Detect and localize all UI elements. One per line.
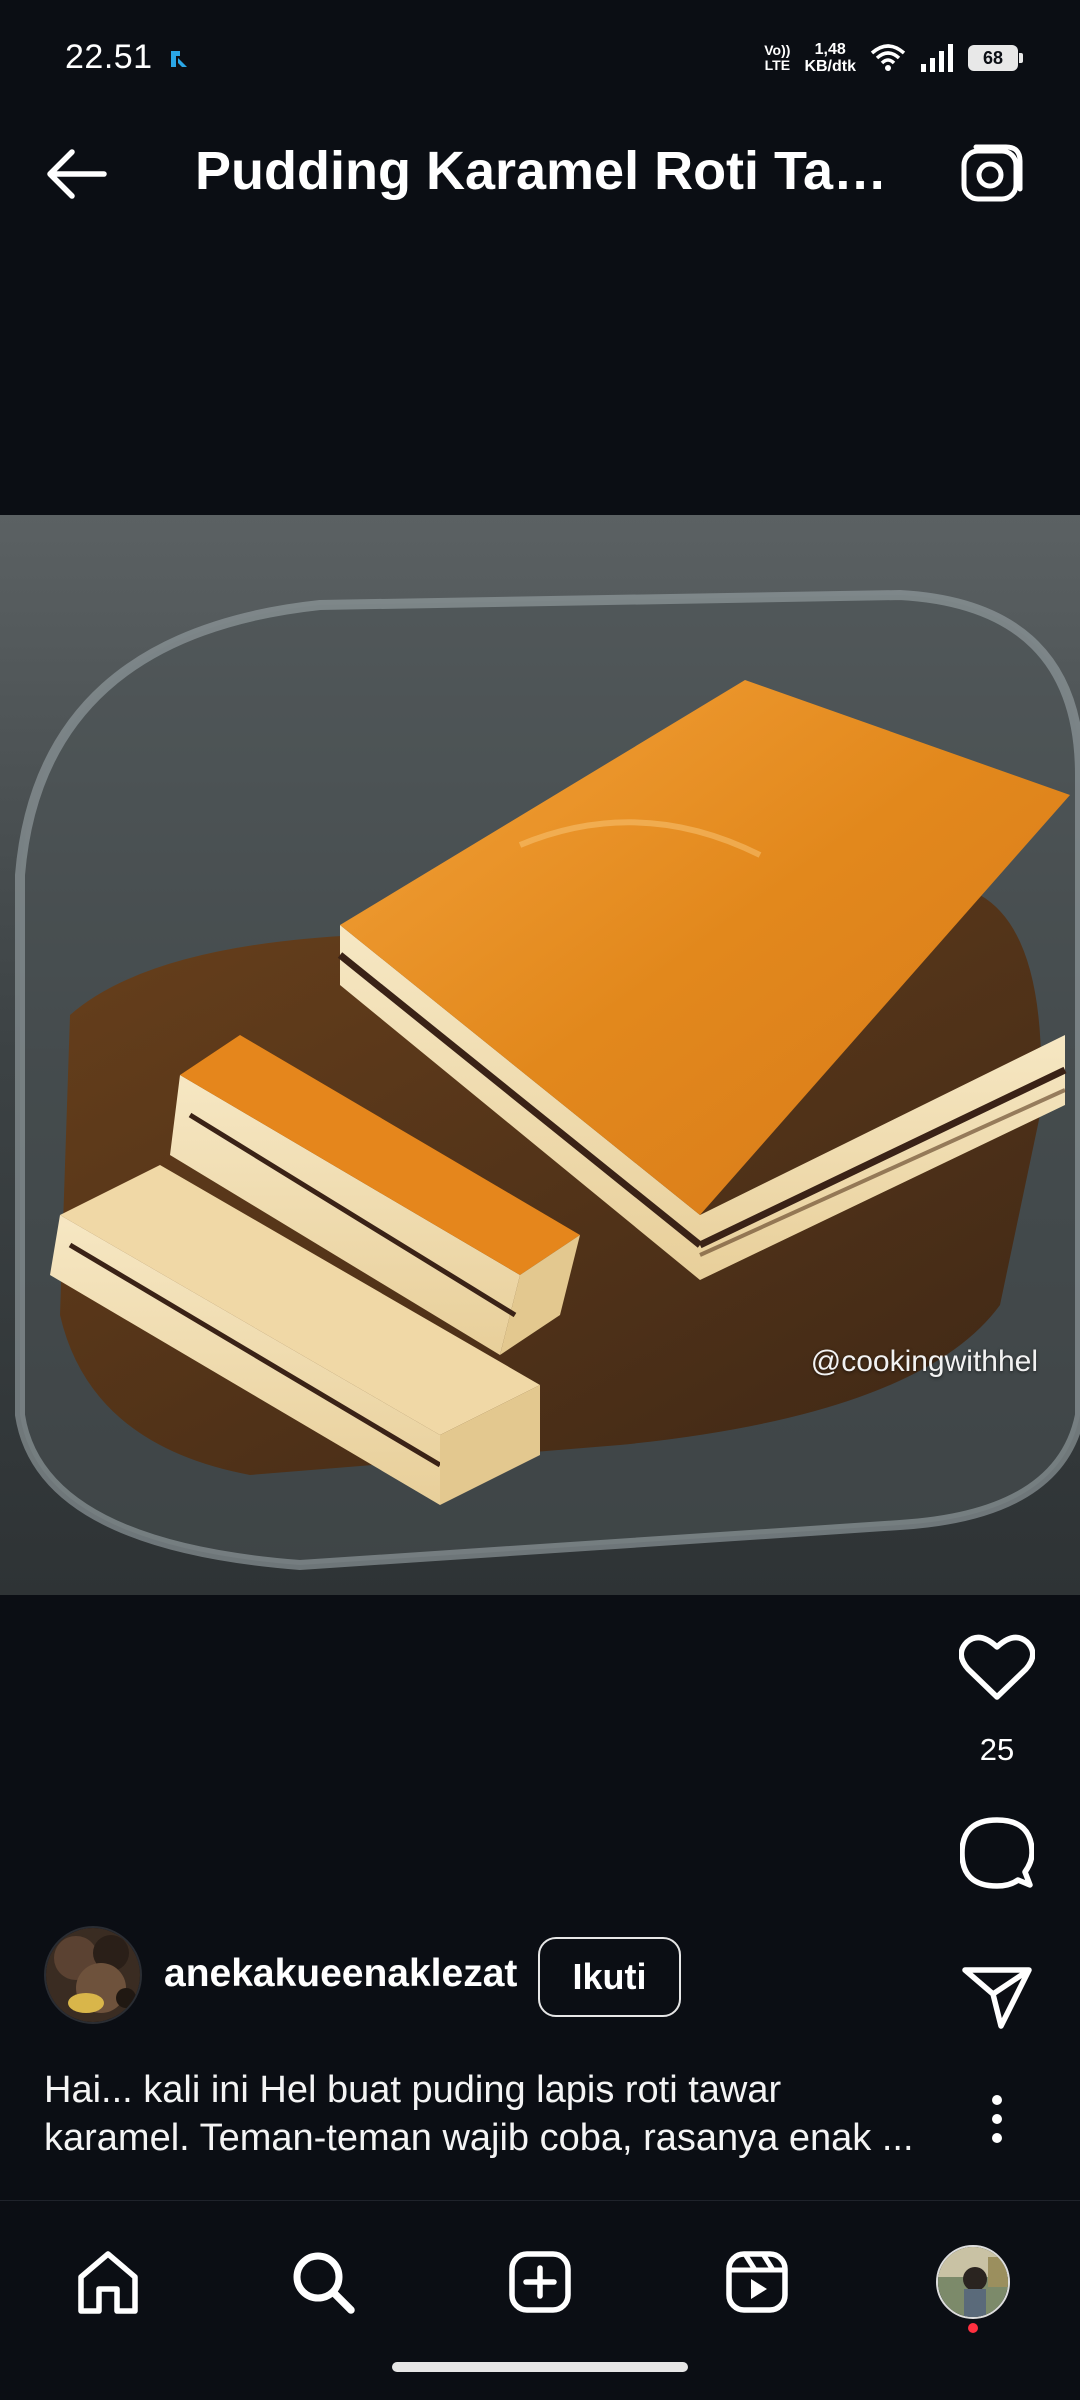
reels-icon <box>726 2251 788 2313</box>
home-icon <box>78 2251 138 2314</box>
signal-icon <box>921 44 953 72</box>
nav-reels[interactable] <box>702 2227 812 2337</box>
nav-profile[interactable] <box>918 2227 1028 2337</box>
status-bar: 22.51 Vo)) LTE 1,48 KB/dtk 68 <box>0 0 1080 92</box>
arrow-left-icon <box>47 149 107 199</box>
nav-home[interactable] <box>53 2227 163 2337</box>
more-vertical-icon <box>992 2095 1002 2143</box>
battery-indicator: 68 <box>968 45 1023 71</box>
profile-avatar <box>936 2245 1010 2319</box>
heart-icon <box>959 1634 1035 1700</box>
volte-top-text: Vo)) <box>764 42 791 58</box>
like-count[interactable]: 25 <box>945 1732 1049 1768</box>
like-button[interactable] <box>952 1622 1042 1712</box>
status-time: 22.51 <box>65 38 153 76</box>
header: Pudding Karamel Roti Taw... <box>0 92 1080 252</box>
profile-avatar-image <box>938 2247 1008 2317</box>
camera-icon <box>961 144 1023 202</box>
comment-icon <box>960 1817 1034 1889</box>
volte-bottom-text: LTE <box>764 57 791 73</box>
caption-line-2: karamel. Teman-teman wajib coba, rasanya… <box>44 2117 914 2159</box>
author-avatar-image <box>46 1928 140 2022</box>
nav-search[interactable] <box>268 2227 378 2337</box>
network-speed: 1,48 KB/dtk <box>804 41 856 75</box>
post-photo[interactable]: @cookingwithhel <box>0 515 1080 1595</box>
status-indicators: Vo)) LTE 1,48 KB/dtk 68 <box>764 36 1023 80</box>
author-avatar[interactable] <box>44 1926 142 2024</box>
photo-watermark: @cookingwithhel <box>810 1345 1038 1378</box>
pudding-image <box>0 515 1080 1595</box>
post-caption[interactable]: Hai... kali ini Hel buat puding lapis ro… <box>44 2066 924 2162</box>
wifi-icon <box>870 44 906 71</box>
search-icon <box>293 2252 355 2314</box>
comment-button[interactable] <box>952 1808 1042 1898</box>
notification-app-icon <box>171 51 187 67</box>
page-title: Pudding Karamel Roti Taw... <box>195 141 895 201</box>
paper-plane-icon <box>962 1967 1032 2029</box>
home-indicator[interactable] <box>392 2362 688 2372</box>
follow-button[interactable]: Ikuti <box>538 1937 681 2017</box>
share-button[interactable] <box>952 1952 1042 2042</box>
caption-line-1: Hai... kali ini Hel buat puding lapis ro… <box>44 2069 782 2111</box>
more-options-button[interactable] <box>952 2074 1042 2164</box>
volte-indicator: Vo)) LTE <box>764 43 790 73</box>
author-username[interactable]: anekakueenaklezat <box>164 1952 517 1996</box>
network-speed-unit: KB/dtk <box>804 58 856 75</box>
back-button[interactable] <box>38 136 114 212</box>
network-speed-value: 1,48 <box>814 41 846 58</box>
nav-create[interactable] <box>485 2227 595 2337</box>
camera-button[interactable] <box>954 136 1030 212</box>
notification-dot <box>968 2323 978 2333</box>
plus-square-icon <box>509 2251 571 2313</box>
